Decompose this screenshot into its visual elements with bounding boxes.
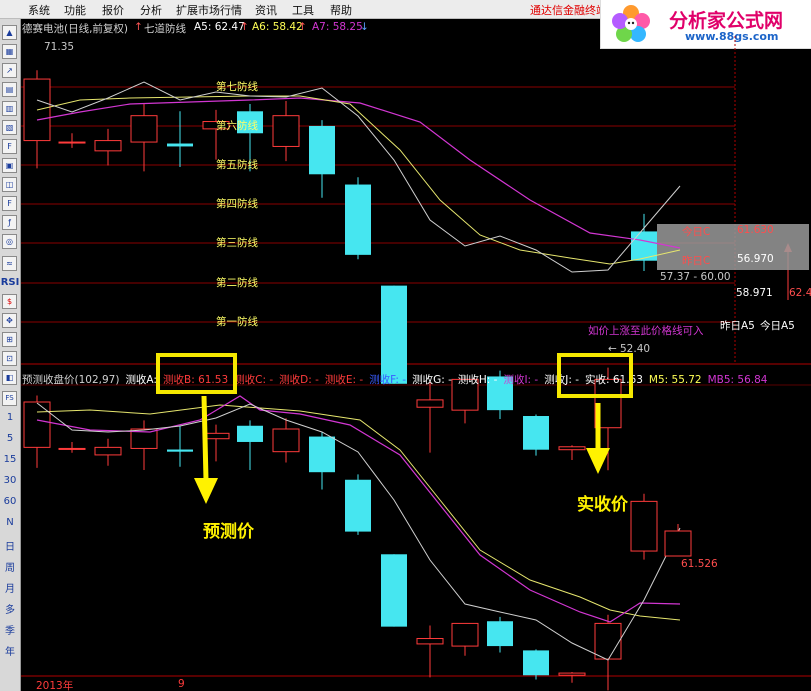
candle [416, 625, 444, 678]
candle [309, 120, 335, 198]
a6-value: A6: 58.42 [252, 21, 303, 33]
defense-line-label: 第三防线 [216, 237, 258, 249]
candle [309, 432, 335, 490]
entry-note: 如价上涨至此价格线可入 [588, 325, 704, 337]
stock-title: 德赛电池(日线,前复权) [22, 23, 129, 35]
a7-down-arrow-icon: ↓ [360, 21, 369, 33]
candle [558, 445, 586, 460]
candle [272, 101, 300, 162]
candle [202, 424, 230, 462]
candle [23, 395, 51, 468]
candle [381, 554, 407, 627]
a5-value: A5: 62.47 [194, 21, 245, 33]
defense-line-label: 第六防线 [216, 120, 258, 132]
candle [58, 441, 86, 453]
lower-item-0: 测收A: [125, 374, 157, 386]
indicator-name: 七道防线 [144, 23, 186, 35]
lower-item-7: 测收H: - [457, 374, 498, 386]
value-62472: 62.472 [789, 287, 811, 299]
up-arrow-icon: ↑ [134, 21, 143, 33]
candle [451, 622, 479, 656]
lower-item-2: 测收C: - [234, 374, 274, 386]
lower-item-3: 测收D: - [279, 374, 319, 386]
value-58971: 58.971 [736, 287, 773, 299]
lower-title: 预测收盘价(102,97) [22, 374, 120, 386]
candle [167, 425, 193, 467]
predicted-candle [664, 530, 692, 557]
info-box [657, 224, 809, 270]
yesterday-a5-label: 昨日A5 [720, 320, 755, 332]
defense-line-label: 第五防线 [216, 159, 258, 171]
candle [416, 382, 444, 453]
candle [167, 111, 193, 167]
lower-item-6: 测收G: - [412, 374, 452, 386]
candle [487, 616, 513, 653]
candle [237, 420, 263, 471]
candle [345, 177, 371, 260]
today-a5-label: 今日A5 [760, 320, 795, 332]
a7-value: A7: 58.25 [312, 21, 363, 33]
yesterday-c-label: 昨日C [682, 255, 711, 267]
predicted-price-label: 61.526 [681, 558, 718, 570]
defense-line-label: 第一防线 [216, 316, 258, 328]
lower-item-4: 测收E: - [324, 374, 364, 386]
axis-month: 9 [178, 678, 185, 690]
candle [523, 649, 549, 680]
lower-indicator-caption: 预测收盘价(102,97) 测收A: 测收B: 61.53 测收C: - 测收D: -测… [22, 368, 774, 386]
high-price-label: 71.35 [44, 41, 75, 53]
candle [130, 420, 158, 471]
annotation-predicted-price: 预测价 [203, 522, 254, 542]
candle [630, 493, 658, 560]
highlight-actual [557, 353, 633, 398]
candle [58, 133, 86, 148]
defense-line-label: 第七防线 [216, 81, 258, 93]
candle [523, 414, 549, 456]
candle [23, 70, 51, 169]
a5-up-arrow-icon: ↑ [240, 21, 249, 33]
defense-line-label: 第二防线 [216, 277, 258, 289]
candle [272, 418, 300, 463]
today-c-label: 今日C [682, 226, 711, 238]
highlight-predicted [156, 353, 237, 394]
lower-item-11: M5: 55.72 [648, 374, 702, 386]
today-c-value: 61.630 [737, 224, 774, 236]
candlestick-chart[interactable] [0, 0, 811, 691]
defense-line-label: 第四防线 [216, 198, 258, 210]
annotation-actual-price: 实收价 [577, 495, 628, 515]
range-text: 57.37 - 60.00 [660, 271, 731, 283]
app-window: 系统 功能 报价 分析 扩展市场行情 资讯 工具 帮助 通达信金融终端 分析家公… [0, 0, 811, 691]
yesterday-c-value: 56.970 [737, 253, 774, 265]
candle [94, 438, 122, 466]
lower-item-12: MB5: 56.84 [707, 374, 768, 386]
a6-up-arrow-icon: ↑ [298, 21, 307, 33]
lower-item-8: 测收I: - [503, 374, 539, 386]
candle [130, 103, 158, 172]
candle [94, 128, 122, 166]
lower-item-5: 测收F: - [369, 374, 407, 386]
candle [345, 474, 371, 535]
candle [594, 614, 622, 691]
axis-year: 2013年 [36, 680, 74, 691]
candle [558, 672, 586, 683]
